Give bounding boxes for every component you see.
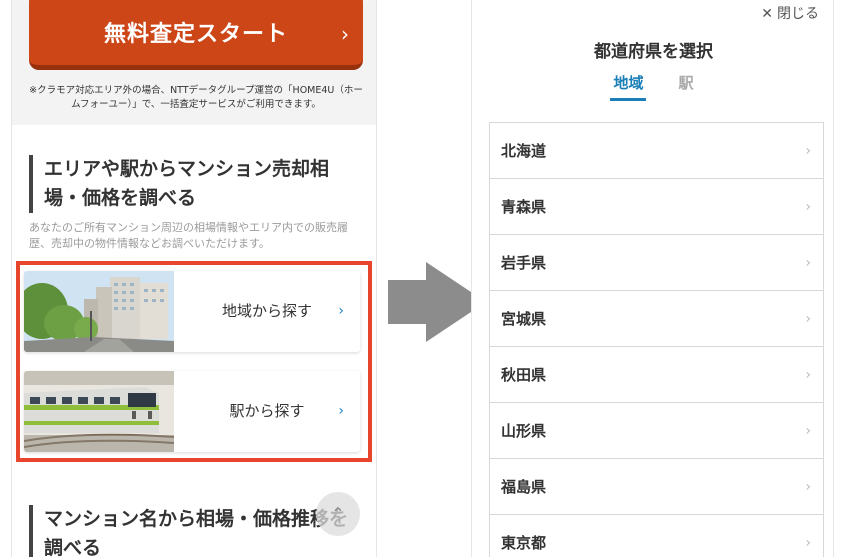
chevron-right-icon: › <box>338 403 344 419</box>
free-appraisal-button[interactable]: 無料査定スタート › <box>29 0 363 70</box>
prefecture-item-aomori[interactable]: 青森県 › <box>490 179 823 235</box>
prefecture-label: 宮城県 <box>501 310 547 328</box>
chevron-right-icon: › <box>805 143 811 159</box>
prefecture-item-tokyo[interactable]: 東京都 › <box>490 515 823 557</box>
close-label: 閉じる <box>777 6 819 22</box>
screen-root: 無料査定スタート › ※クラモア対応エリア外の場合、NTTデータグループ運営の「… <box>0 0 846 557</box>
section-heading: エリアや駅からマンション売却相場・価格を調べる <box>29 155 364 213</box>
prefecture-select-panel: ✕ 閉じる 都道府県を選択 地域 駅 北海道 › 青森県 › 岩手県 › 宮城県 › 秋田… <box>471 0 834 557</box>
prefecture-label: 福島県 <box>501 478 547 496</box>
chevron-right-icon: › <box>805 367 811 383</box>
section-description: あなたのご所有マンション周辺の相場情報やエリア内での販売履歴、売却中の物件情報な… <box>29 221 348 250</box>
chevron-right-icon: › <box>805 535 811 551</box>
chevron-right-icon: › <box>341 22 349 46</box>
chevron-right-icon: › <box>805 479 811 495</box>
prefecture-label: 山形県 <box>501 422 547 440</box>
tab-area[interactable]: 地域 <box>610 72 647 101</box>
prefecture-label: 秋田県 <box>501 366 547 384</box>
chevron-right-icon: › <box>805 423 811 439</box>
notice-text: ※クラモア対応エリア外の場合、NTTデータグループ運営の「HOME4U（ホームフ… <box>29 85 363 110</box>
panel-title: 都道府県を選択 <box>594 42 713 62</box>
prefecture-label: 北海道 <box>501 142 547 160</box>
prefecture-item-iwate[interactable]: 岩手県 › <box>490 235 823 291</box>
chevron-up-icon: ⌃ <box>331 504 345 523</box>
prefecture-label: 青森県 <box>501 198 547 216</box>
prefecture-label: 東京都 <box>501 534 547 552</box>
section2-heading: マンション名から相場・価格推移を調べる <box>29 505 364 557</box>
prefecture-label: 岩手県 <box>501 254 547 272</box>
search-by-station-label: 駅から探す <box>229 402 305 420</box>
chevron-right-icon: › <box>805 199 811 215</box>
chevron-right-icon: › <box>805 311 811 327</box>
prefecture-item-fukushima[interactable]: 福島県 › <box>490 459 823 515</box>
search-by-station-card[interactable]: 駅から探す › <box>24 371 360 452</box>
prefecture-item-hokkaido[interactable]: 北海道 › <box>490 123 823 179</box>
scroll-to-top-button[interactable]: ⌃ <box>316 492 360 536</box>
train-photo <box>24 371 174 452</box>
prefecture-item-miyagi[interactable]: 宮城県 › <box>490 291 823 347</box>
chevron-right-icon: › <box>338 303 344 319</box>
tab-bar: 地域 駅 <box>472 72 833 102</box>
prefecture-item-yamagata[interactable]: 山形県 › <box>490 403 823 459</box>
prefecture-item-akita[interactable]: 秋田県 › <box>490 347 823 403</box>
cta-label: 無料査定スタート <box>103 21 288 47</box>
close-button[interactable]: ✕ 閉じる <box>761 3 819 23</box>
tab-station[interactable]: 駅 <box>676 72 697 101</box>
search-by-area-label: 地域から探す <box>221 302 312 320</box>
search-by-area-card[interactable]: 地域から探す › <box>24 271 360 352</box>
city-street-photo <box>24 271 174 352</box>
chevron-right-icon: › <box>805 255 811 271</box>
left-panel: 無料査定スタート › ※クラモア対応エリア外の場合、NTTデータグループ運営の「… <box>11 0 377 557</box>
close-icon: ✕ <box>761 6 773 22</box>
prefecture-list: 北海道 › 青森県 › 岩手県 › 宮城県 › 秋田県 › 山形県 › 福島県 › 東京都 › <box>489 122 824 557</box>
